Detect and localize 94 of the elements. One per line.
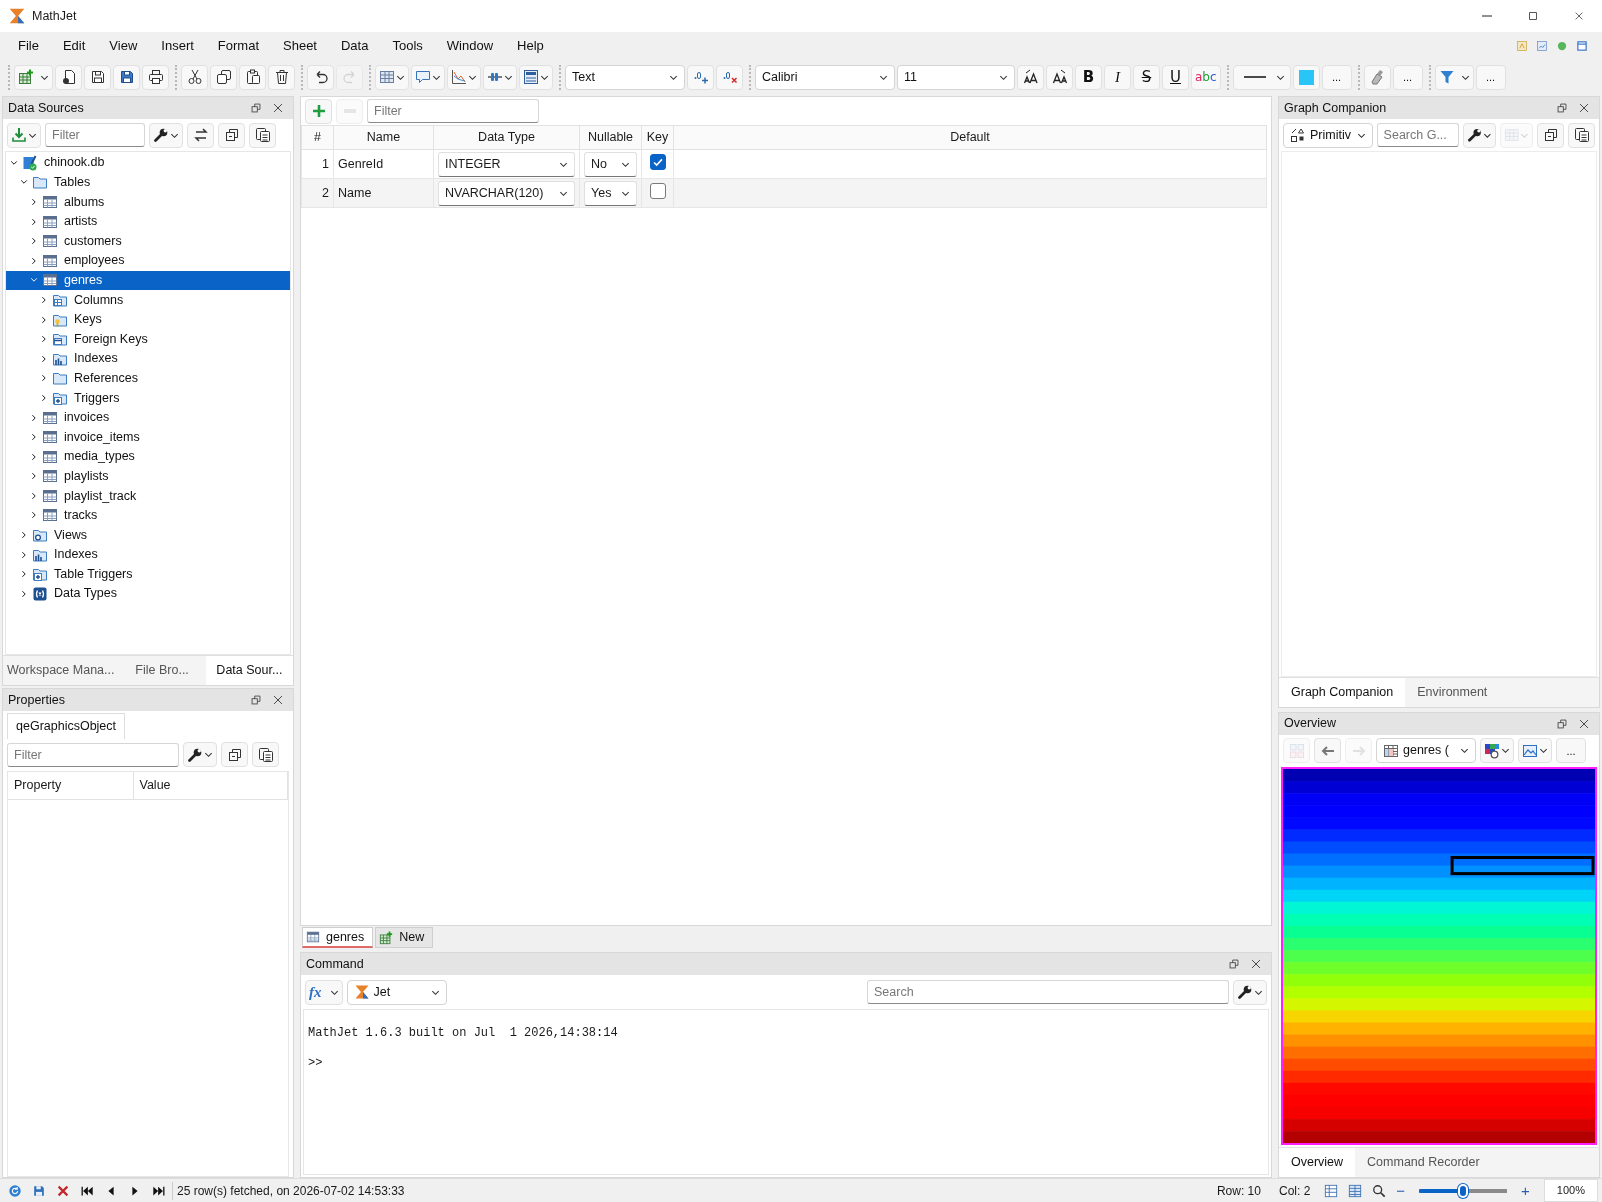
panel-title: Graph Companion: [1284, 99, 1387, 117]
panel-tab[interactable]: File Bro...: [118, 656, 206, 685]
panel-title: Overview: [1284, 715, 1337, 733]
panel-tab[interactable]: Environment: [1405, 677, 1500, 707]
row-number: 1: [301, 149, 334, 179]
tree-item[interactable]: employees: [6, 250, 290, 271]
tree-item[interactable]: Data Types: [6, 584, 290, 604]
font-size-dropdown[interactable]: 11: [897, 64, 1015, 90]
italic-button[interactable]: I: [1104, 64, 1131, 90]
document-tab[interactable]: genres: [302, 927, 374, 948]
tree-item[interactable]: playlist_track: [6, 486, 290, 506]
panel-tab[interactable]: Command Recorder: [1355, 1148, 1492, 1177]
filter-field[interactable]: Filter: [7, 742, 179, 767]
tree-item[interactable]: invoices: [6, 407, 290, 428]
sheet-dropdown[interactable]: genres (: [1376, 738, 1476, 764]
menu-item[interactable]: File: [6, 34, 51, 58]
menu-item[interactable]: View: [97, 34, 150, 58]
tree-item[interactable]: Indexes: [6, 348, 290, 369]
tree-item[interactable]: Columns: [6, 290, 290, 310]
panel-tab[interactable]: Data Sour...: [205, 656, 293, 685]
zoom-level: 100%: [1543, 1179, 1598, 1202]
zoom-in-button[interactable]: +: [1517, 1183, 1534, 1198]
tree-item[interactable]: Keys: [6, 309, 290, 330]
column-header: Name: [333, 125, 434, 150]
shape-dropdown[interactable]: Primitiv: [1283, 122, 1373, 148]
format-dropdown[interactable]: Text: [565, 64, 685, 90]
window-title: MathJet: [32, 7, 77, 25]
tree-item[interactable]: invoice_items: [6, 427, 290, 447]
column-header: Value: [133, 771, 288, 799]
zoom-out-button[interactable]: −: [1392, 1183, 1410, 1198]
menu-item[interactable]: Edit: [50, 34, 98, 58]
table-cell: GenreId: [333, 149, 434, 179]
text-color-button[interactable]: abc: [1191, 64, 1221, 90]
menu-item[interactable]: Insert: [149, 34, 206, 58]
search-field[interactable]: Search G...: [1376, 123, 1459, 147]
tree-item[interactable]: References: [6, 368, 290, 389]
tree-item[interactable]: chinook.db: [6, 153, 290, 173]
bold-button[interactable]: B: [1075, 64, 1102, 90]
column-header: Default: [673, 125, 1267, 150]
document-tab[interactable]: New: [375, 927, 434, 948]
panel-title: Command: [306, 955, 364, 973]
menu-item[interactable]: Help: [505, 34, 556, 58]
panel-tab[interactable]: Workspace Mana...: [3, 656, 119, 685]
console-line: MathJet 1.6.3 built on Jul 1 2026,14:38:14: [308, 1025, 619, 1042]
panel-tab[interactable]: Overview: [1279, 1148, 1356, 1177]
search-field[interactable]: Search: [867, 980, 1229, 1004]
tree-item[interactable]: artists: [6, 211, 290, 232]
panel-tab[interactable]: qeGraphicsObject: [7, 713, 126, 739]
engine-dropdown[interactable]: Jet: [346, 979, 447, 1005]
tree-item[interactable]: albums: [6, 192, 290, 212]
nullable-dropdown[interactable]: No: [584, 151, 637, 177]
tree-item[interactable]: tracks: [6, 505, 290, 526]
filter-field[interactable]: Filter: [45, 123, 145, 147]
formula-mode-button[interactable]: fx: [305, 979, 343, 1005]
tree-item[interactable]: Table Triggers: [6, 564, 290, 585]
filter-field[interactable]: Filter: [367, 99, 539, 123]
more-button[interactable]: ...: [1475, 64, 1506, 90]
tree-item[interactable]: genres: [6, 270, 290, 291]
panel-tab[interactable]: Graph Companion: [1279, 677, 1406, 707]
table-cell: Name: [333, 178, 434, 208]
tree-item[interactable]: customers: [6, 231, 290, 251]
tree-item[interactable]: Foreign Keys: [6, 329, 290, 349]
column-indicator: Col: 2: [1277, 1182, 1312, 1200]
more-button[interactable]: ...: [1556, 738, 1586, 764]
tree-item[interactable]: Triggers: [6, 388, 290, 408]
column-header: Key: [641, 125, 674, 150]
tree-item[interactable]: media_types: [6, 446, 290, 467]
type-dropdown[interactable]: NVARCHAR(120): [438, 180, 575, 206]
row-indicator: Row: 10: [1215, 1182, 1262, 1200]
strikethrough-button[interactable]: S: [1133, 64, 1160, 90]
panel-title: Data Sources: [8, 99, 84, 117]
column-header: #: [301, 125, 334, 150]
column-header: Nullable: [579, 125, 642, 150]
console-line: >>: [308, 1055, 324, 1072]
tree-item[interactable]: Views: [6, 525, 290, 545]
column-header: Property: [8, 771, 133, 799]
tree-item[interactable]: playlists: [6, 466, 290, 487]
row-number: 2: [301, 178, 334, 208]
menu-item[interactable]: Tools: [380, 34, 435, 58]
more-button[interactable]: ...: [1392, 64, 1423, 90]
more-button[interactable]: ...: [1321, 64, 1352, 90]
menu-item[interactable]: Data: [329, 34, 381, 58]
panel-title: Properties: [8, 691, 65, 709]
nullable-dropdown[interactable]: Yes: [584, 180, 637, 206]
column-header: Data Type: [433, 125, 580, 150]
status-message: 25 row(s) fetched, on 2026-07-02 14:53:33: [172, 1181, 405, 1200]
menu-item[interactable]: Window: [434, 34, 506, 58]
font-dropdown[interactable]: Calibri: [755, 64, 895, 90]
menu-item[interactable]: Sheet: [271, 34, 329, 58]
menu-item[interactable]: Format: [205, 34, 271, 58]
tree-item[interactable]: Tables: [6, 172, 290, 193]
underline-button[interactable]: U: [1162, 64, 1189, 90]
tree-item[interactable]: Indexes: [6, 544, 290, 565]
type-dropdown[interactable]: INTEGER: [438, 151, 575, 177]
